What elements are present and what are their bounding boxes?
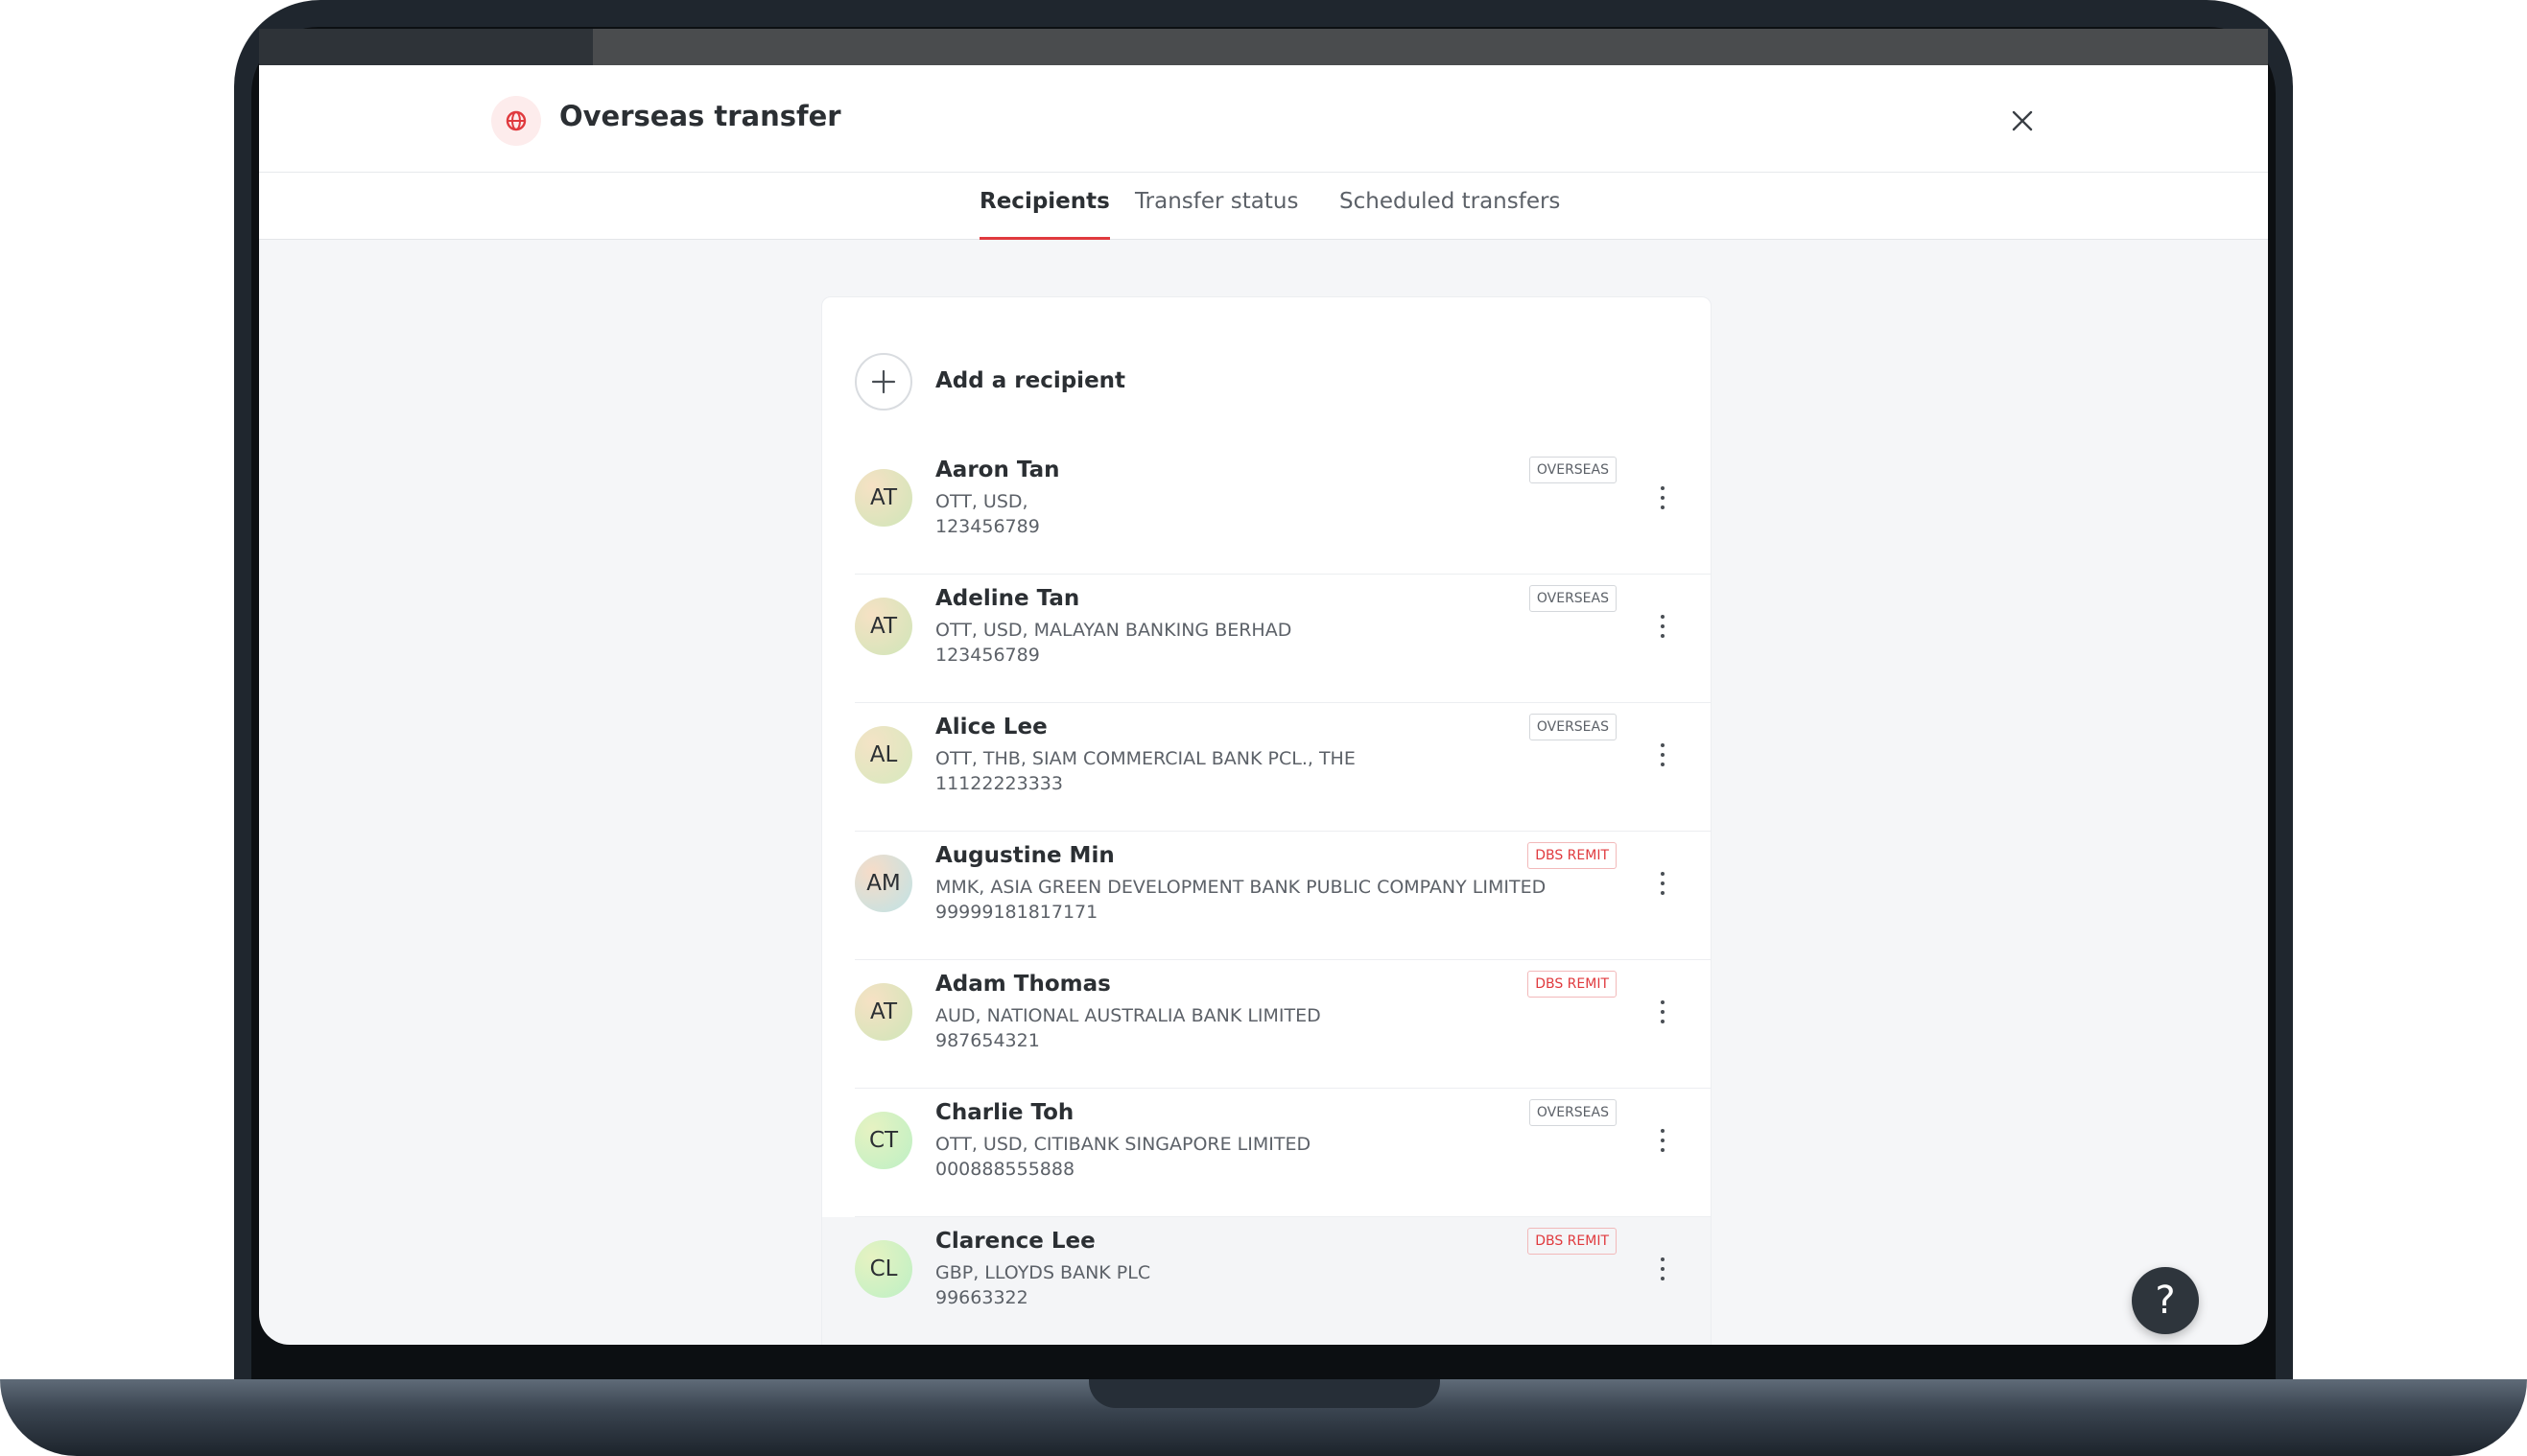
add-recipient-button[interactable]: Add a recipient xyxy=(822,297,1711,432)
recipient-type-badge: DBS REMIT xyxy=(1527,971,1617,998)
more-options-button[interactable] xyxy=(1655,1252,1670,1286)
tab-recipients[interactable]: Recipients xyxy=(980,173,1110,240)
avatar: AT xyxy=(855,469,912,527)
avatar: AT xyxy=(855,598,912,655)
recipient-account-number: 000888555888 xyxy=(935,1159,1075,1180)
tab-scheduled-transfers[interactable]: Scheduled transfers xyxy=(1339,173,1560,240)
recipient-account-number: 987654321 xyxy=(935,1030,1040,1051)
tab-transfer-status[interactable]: Transfer status xyxy=(1135,173,1298,240)
more-options-button[interactable] xyxy=(1655,481,1670,515)
background-app-logo-area xyxy=(259,29,593,67)
recipient-bank-details: GBP, LLOYDS BANK PLC xyxy=(935,1262,1151,1283)
plus-icon xyxy=(855,353,912,411)
more-options-button[interactable] xyxy=(1655,738,1670,772)
avatar: CL xyxy=(855,1240,912,1298)
recipient-bank-details: MMK, ASIA GREEN DEVELOPMENT BANK PUBLIC … xyxy=(935,877,1547,898)
recipient-type-badge: OVERSEAS xyxy=(1528,1099,1617,1126)
recipient-account-number: 11122223333 xyxy=(935,773,1063,794)
recipient-row[interactable]: CL Clarence Lee GBP, LLOYDS BANK PLC 996… xyxy=(822,1217,1711,1345)
recipient-bank-details: OTT, USD, MALAYAN BANKING BERHAD xyxy=(935,620,1292,641)
globe-icon xyxy=(491,96,541,146)
add-recipient-label: Add a recipient xyxy=(935,368,1126,393)
help-button[interactable]: ? xyxy=(2132,1267,2199,1334)
close-icon xyxy=(2012,110,2033,131)
recipient-name: Clarence Lee xyxy=(935,1229,1096,1254)
modal-header: Overseas transfer xyxy=(259,65,2268,173)
recipient-name: Charlie Toh xyxy=(935,1100,1075,1125)
recipient-name: Adam Thomas xyxy=(935,972,1111,997)
recipient-bank-details: OTT, THB, SIAM COMMERCIAL BANK PCL., THE xyxy=(935,748,1356,769)
recipient-account-number: 123456789 xyxy=(935,645,1040,666)
recipient-type-badge: OVERSEAS xyxy=(1528,457,1617,483)
recipient-row[interactable]: AM Augustine Min MMK, ASIA GREEN DEVELOP… xyxy=(822,832,1711,960)
recipient-name: Adeline Tan xyxy=(935,586,1080,611)
recipient-bank-details: AUD, NATIONAL AUSTRALIA BANK LIMITED xyxy=(935,1005,1321,1026)
more-options-button[interactable] xyxy=(1655,609,1670,644)
recipients-card: Add a recipient AT Aaron Tan OTT, USD, 1… xyxy=(821,296,1712,1345)
more-options-button[interactable] xyxy=(1655,1123,1670,1158)
recipient-type-badge: OVERSEAS xyxy=(1528,714,1617,740)
help-icon: ? xyxy=(2155,1279,2176,1323)
recipient-type-badge: DBS REMIT xyxy=(1527,842,1617,869)
modal-title: Overseas transfer xyxy=(559,100,841,132)
recipient-account-number: 99999181817171 xyxy=(935,902,1098,923)
recipient-row[interactable]: AT Adeline Tan OTT, USD, MALAYAN BANKING… xyxy=(822,575,1711,703)
recipient-bank-details: OTT, USD, CITIBANK SINGAPORE LIMITED xyxy=(935,1134,1311,1155)
close-button[interactable] xyxy=(2003,102,2042,140)
tab-bar: Recipients Transfer status Scheduled tra… xyxy=(259,173,2268,240)
more-options-button[interactable] xyxy=(1655,995,1670,1029)
recipient-row[interactable]: CT Charlie Toh OTT, USD, CITIBANK SINGAP… xyxy=(822,1089,1711,1217)
recipient-bank-details: OTT, USD, xyxy=(935,491,1028,512)
recipient-row[interactable]: AT Adam Thomas AUD, NATIONAL AUSTRALIA B… xyxy=(822,960,1711,1089)
screen: Overseas transfer Recipients Transfer st… xyxy=(259,65,2268,1345)
recipient-row[interactable]: AL Alice Lee OTT, THB, SIAM COMMERCIAL B… xyxy=(822,703,1711,832)
recipient-type-badge: OVERSEAS xyxy=(1528,585,1617,612)
avatar: AT xyxy=(855,983,912,1041)
recipient-name: Augustine Min xyxy=(935,843,1115,868)
recipient-type-badge: DBS REMIT xyxy=(1527,1228,1617,1255)
recipient-name: Aaron Tan xyxy=(935,458,1060,482)
avatar: AL xyxy=(855,726,912,784)
recipient-name: Alice Lee xyxy=(935,715,1048,740)
avatar: AM xyxy=(855,855,912,912)
recipient-account-number: 123456789 xyxy=(935,516,1040,537)
more-options-button[interactable] xyxy=(1655,866,1670,901)
recipient-row[interactable]: AT Aaron Tan OTT, USD, 123456789 OVERSEA… xyxy=(822,446,1711,575)
laptop-notch xyxy=(1089,1379,1440,1408)
avatar: CT xyxy=(855,1112,912,1169)
recipient-account-number: 99663322 xyxy=(935,1287,1028,1308)
